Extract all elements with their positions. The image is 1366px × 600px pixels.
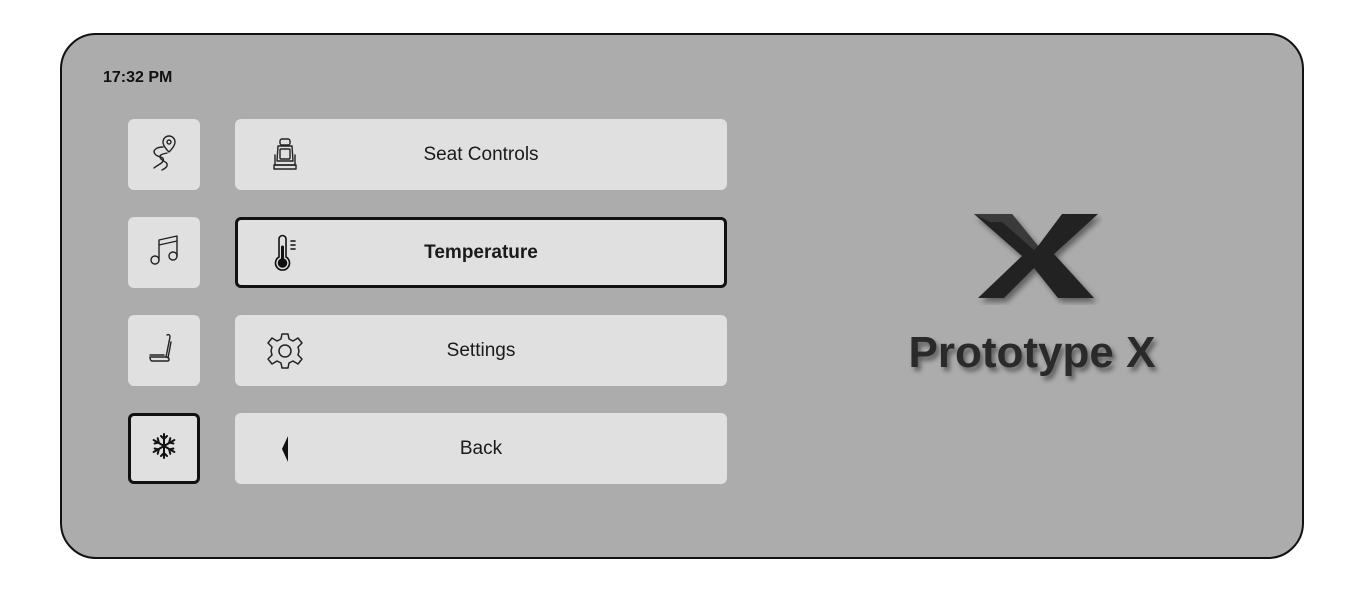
sidebar-music-button[interactable] (128, 217, 200, 288)
temperature-button[interactable]: Temperature (235, 217, 727, 288)
route-pin-icon (147, 133, 181, 176)
clock: 17:32 PM (103, 69, 173, 86)
dashboard-screen: 17:32 PM Seat Controls Temperature Setti… (60, 33, 1304, 559)
settings-label: Settings (446, 339, 516, 361)
settings-button[interactable]: Settings (235, 315, 727, 386)
brand-name: Prototype X (908, 328, 1156, 377)
x-logo-icon (972, 210, 1102, 305)
seat-controls-label: Seat Controls (423, 143, 539, 165)
seat-controls-button[interactable]: Seat Controls (235, 119, 727, 190)
back-button[interactable]: Back (235, 413, 727, 484)
sidebar-climate-button[interactable] (128, 413, 200, 484)
snowflake-icon (150, 432, 178, 465)
brand-logo: Prototype X (892, 210, 1172, 410)
sidebar-seat-button[interactable] (128, 315, 200, 386)
music-note-icon (147, 233, 181, 272)
temperature-label: Temperature (424, 241, 538, 263)
seat-recline-icon (147, 331, 181, 370)
sidebar-navigation-button[interactable] (128, 119, 200, 190)
back-label: Back (459, 437, 503, 459)
